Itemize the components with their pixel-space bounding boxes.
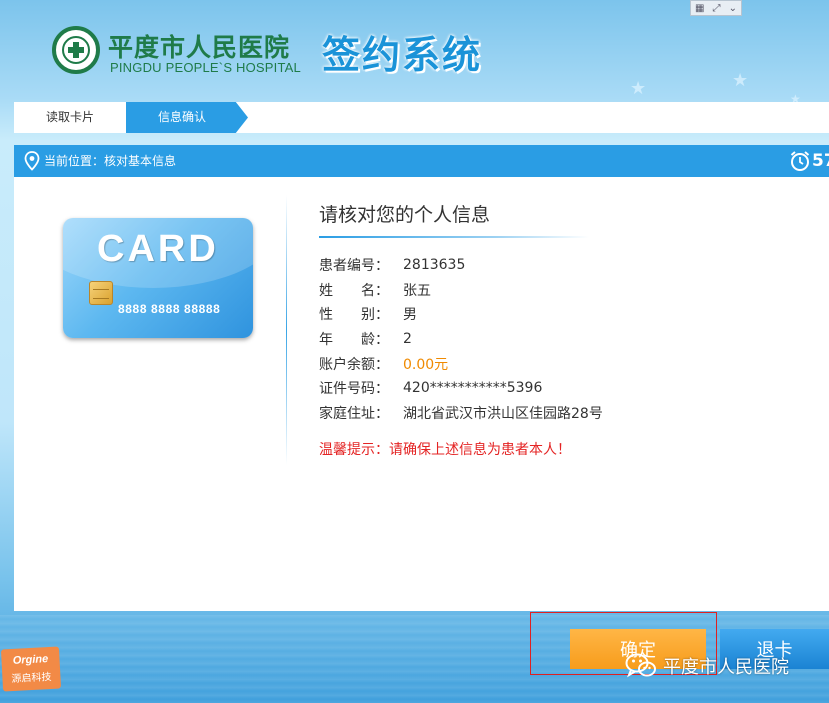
location-bar: 当前位置：核对基本信息 57 [14,145,829,177]
info-label: 患者编号： [319,258,389,275]
info-row-name: 姓 名： 张五 [319,278,603,303]
info-value: 2 [403,331,412,348]
step-confirm-info: 信息确认 [126,102,248,133]
info-label: 性 别： [319,307,389,324]
title-underline [319,236,589,238]
info-title: 请核对您的个人信息 [319,204,491,226]
watermark-text: 平度市人民医院 [663,657,789,678]
info-row-gender: 性 别： 男 [319,302,603,327]
chevron-down-icon[interactable]: ⌄ [729,3,737,14]
info-value: 张五 [403,282,431,299]
chip-icon [89,281,113,305]
info-label: 姓 名： [319,282,389,299]
info-label: 账户余额： [319,356,389,373]
star-decoration-icon: ★ [630,78,647,99]
wechat-icon [625,653,656,678]
card-number: 8888 8888 88888 [118,302,221,316]
hospital-name-cn: 平度市人民医院 [108,33,291,62]
step-read-card: 读取卡片 [45,110,94,124]
info-label: 证件号码： [319,381,389,398]
info-label: 家庭住址： [319,405,389,422]
current-location-text: 当前位置：核对基本信息 [44,154,177,168]
countdown-timer: 57 [812,151,829,171]
info-row-address: 家庭住址： 湖北省武汉市洪山区佳园路28号 [319,401,603,426]
step-bar: 读取卡片 信息确认 [14,102,829,133]
info-value: 湖北省武汉市洪山区佳园路28号 [403,405,603,422]
hospital-logo-icon [52,26,100,74]
info-row-patient-id: 患者编号： 2813635 [319,253,603,278]
vendor-name-cn: 源启科技 [11,671,52,686]
system-title: 签约系统 [322,33,483,77]
expand-icon[interactable]: ⤢ [713,3,721,14]
info-label: 年 龄： [319,332,389,349]
info-value: 男 [403,307,417,324]
main-panel: 当前位置：核对基本信息 57 CARD 8888 8888 88888 请核对您… [14,145,829,611]
info-row-balance: 账户余额： 0.00元 [319,351,603,376]
card-label: CARD [97,228,219,270]
location-pin-icon [24,151,40,171]
warning-text: 温馨提示：请确保上述信息为患者本人！ [319,442,571,458]
card-illustration: CARD 8888 8888 88888 [63,218,253,338]
grid-icon[interactable]: ▦ [695,3,704,14]
vendor-logo: Orgine 源启科技 [0,646,62,692]
hospital-name-en: PINGDU PEOPLE`S HOSPITAL [110,60,301,75]
info-value: 420***********5396 [403,380,543,397]
wechat-watermark: 平度市人民医院 [625,652,789,680]
account-balance-value: 0.00元 [403,356,449,373]
vertical-divider [286,195,287,465]
alarm-clock-icon [790,151,810,171]
star-decoration-icon: ★ [732,70,749,91]
patient-info-list: 患者编号： 2813635 姓 名： 张五 性 别： 男 年 龄： 2 账户余额… [319,253,603,425]
info-row-id-number: 证件号码： 420***********5396 [319,376,603,401]
vendor-name-en: Orgine [12,653,49,667]
info-value: 2813635 [403,257,466,274]
info-row-age: 年 龄： 2 [319,327,603,352]
window-controls[interactable]: ▦ ⤢ ⌄ [690,0,742,16]
